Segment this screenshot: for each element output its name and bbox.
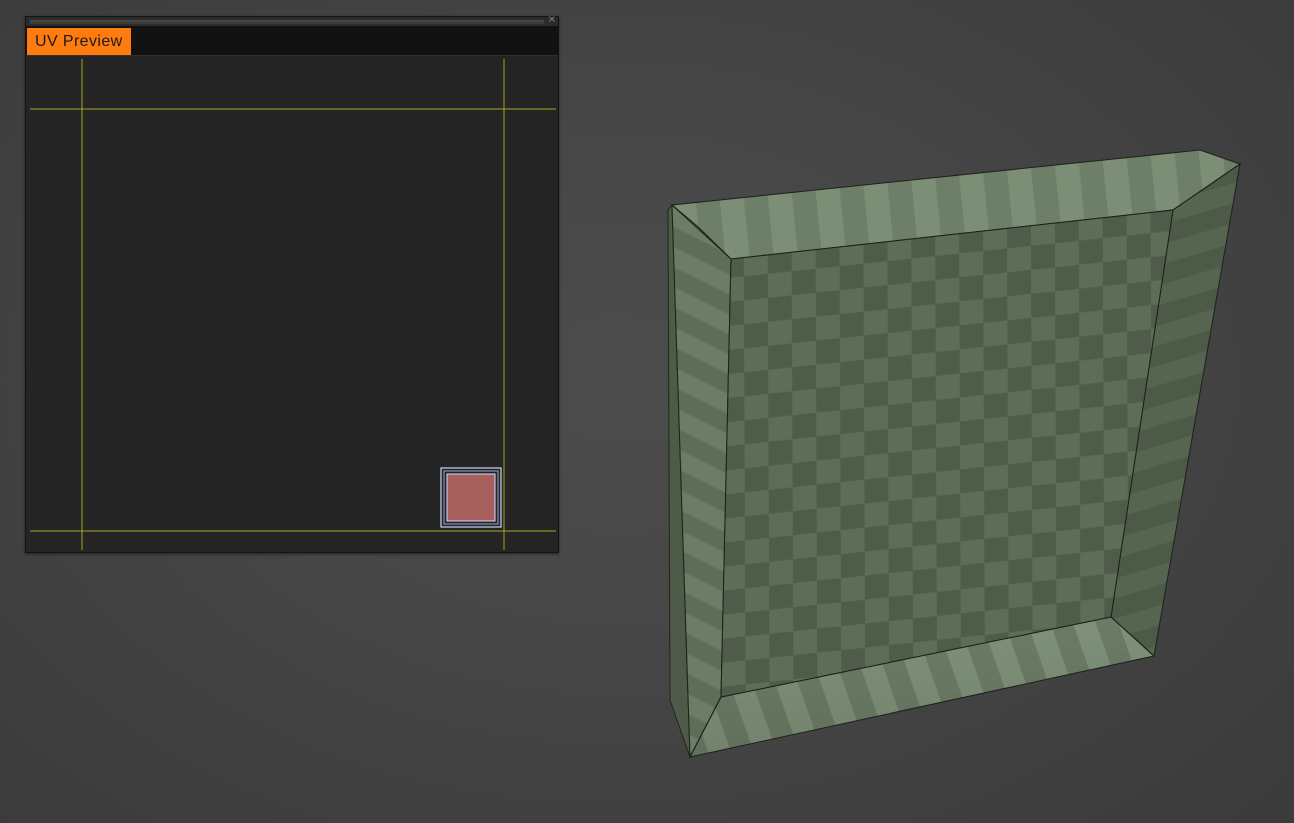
uv-canvas[interactable] xyxy=(26,56,558,552)
uv-preview-window[interactable]: × UV Preview xyxy=(25,14,559,553)
drag-handle[interactable] xyxy=(30,20,544,24)
window-titlebar[interactable]: × xyxy=(26,14,558,26)
tab-uv-preview[interactable]: UV Preview xyxy=(27,28,131,55)
uv-island[interactable] xyxy=(440,467,502,528)
tab-bar: UV Preview xyxy=(26,26,558,56)
close-icon[interactable]: × xyxy=(548,14,556,26)
3d-viewport[interactable]: × UV Preview xyxy=(0,0,1294,823)
